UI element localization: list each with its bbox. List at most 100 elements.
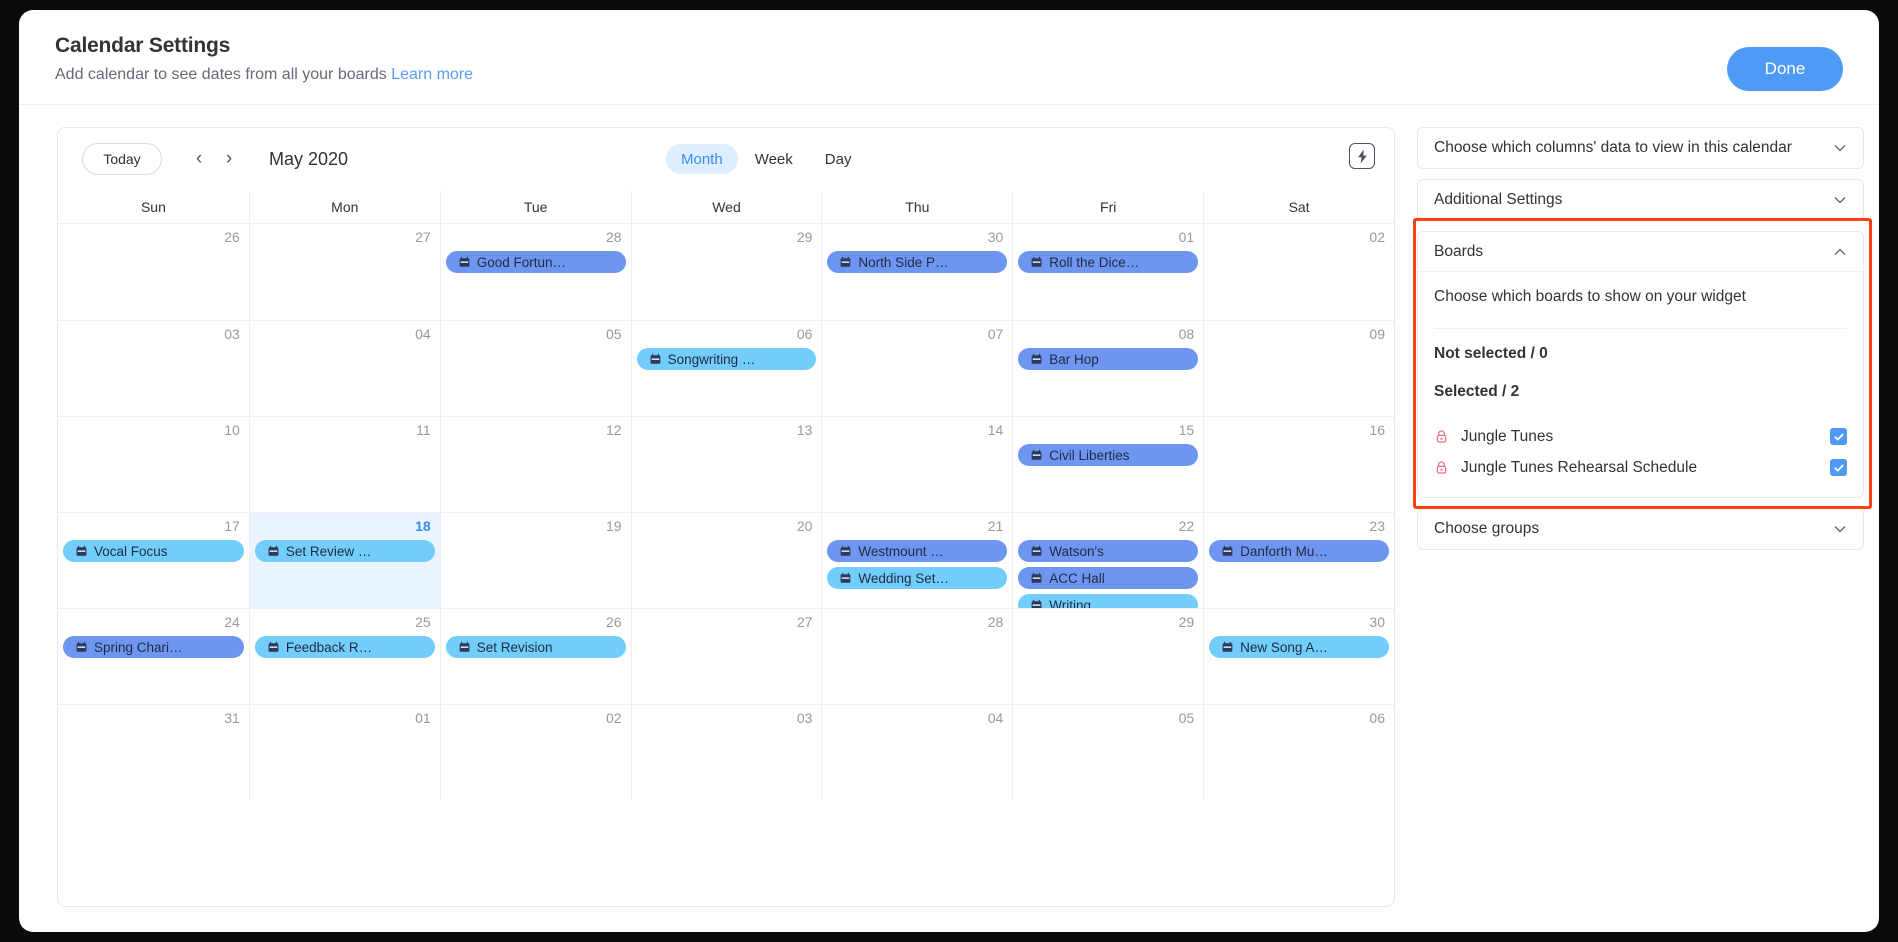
lightning-bolt-icon[interactable] [1349,143,1375,169]
day-cell[interactable]: 23 Danforth Mu… [1203,512,1394,608]
accordion-boards-label: Boards [1434,242,1484,260]
chevron-left-icon[interactable]: ‹ [186,144,212,174]
calendar-event-pill[interactable]: Set Revision [445,636,626,658]
day-cell[interactable]: 03 [630,704,822,800]
view-tab-day[interactable]: Day [810,144,867,174]
view-tab-week[interactable]: Week [740,144,808,174]
accordion-choose-groups[interactable]: Choose groups [1417,508,1864,550]
day-cell[interactable]: 15 Civil Liberties [1012,416,1204,512]
calendar-event-pill[interactable]: Roll the Dice… [1018,251,1199,273]
day-cell[interactable]: 02 [439,704,631,800]
board-icon [1031,353,1042,364]
calendar-event-pill[interactable]: Bar Hop [1018,348,1199,370]
day-cell[interactable]: 11 [248,416,440,512]
calendar-event-pill[interactable]: North Side P… [827,251,1008,273]
today-button[interactable]: Today [82,143,162,175]
calendar-event-pill[interactable]: Spring Chari… [63,636,244,658]
settings-panel: Choose which columns' data to view in th… [1413,127,1872,907]
day-cell[interactable]: 22 Watson's ACC Hall Writing [1012,512,1204,608]
day-cell[interactable]: 30 New Song A… [1203,608,1394,704]
day-cell[interactable]: 02 [1203,224,1394,320]
board-icon [841,256,851,267]
day-cell[interactable]: 24 Spring Chari… [58,608,249,704]
day-cell[interactable]: 17 Vocal Focus [58,512,249,608]
day-cell[interactable]: 05 [439,320,631,416]
calendar-event-pill[interactable]: Songwriting … [636,348,817,370]
day-cell[interactable]: 26 Set Revision [439,608,631,704]
day-number: 28 [605,229,622,245]
board-checkbox[interactable] [1830,459,1847,476]
day-cell[interactable]: 21 Westmount … Wedding Set… [821,512,1013,608]
day-cell[interactable]: 13 [630,416,822,512]
done-button[interactable]: Done [1727,47,1843,91]
calendar-event-pill[interactable]: New Song A… [1209,636,1389,658]
view-switcher: Month Week Day [666,144,866,174]
day-cell[interactable]: 10 [58,416,249,512]
day-cell[interactable]: 08 Bar Hop [1012,320,1204,416]
day-cell[interactable]: 27 [248,224,440,320]
day-cell[interactable]: 16 [1203,416,1394,512]
day-number: 03 [796,710,813,726]
calendar-event-pill[interactable]: Good Fortun… [445,251,626,273]
day-cell[interactable]: 30 North Side P… [821,224,1012,320]
calendar-event-pill[interactable]: Vocal Focus [63,540,244,562]
calendar-event-pill[interactable]: Civil Liberties [1018,444,1199,466]
day-cell[interactable]: 18 Set Review … [248,512,440,608]
accordion-additional-settings-header[interactable]: Additional Settings [1418,180,1863,220]
accordion-additional-settings[interactable]: Additional Settings [1417,179,1864,221]
board-icon [268,545,279,556]
day-cell[interactable]: 25 Feedback R… [248,608,440,704]
day-cell[interactable]: 19 [439,512,631,608]
calendar-event-pill[interactable]: Westmount … [827,540,1008,562]
day-cell[interactable]: 04 [248,320,440,416]
day-cell[interactable]: 06 Songwriting … [630,320,822,416]
day-cell[interactable]: 28 Good Fortun… [439,224,631,320]
day-cell[interactable]: 06 [1203,704,1394,800]
day-cell[interactable]: 04 [821,704,1013,800]
day-cell[interactable]: 01 Roll the Dice… [1012,224,1203,320]
chevron-right-icon[interactable]: › [216,144,242,174]
day-cell[interactable]: 14 [821,416,1013,512]
day-cell[interactable]: 09 [1203,320,1394,416]
calendar-event-label: Roll the Dice… [1049,254,1140,270]
calendar-event-pill[interactable]: Set Review … [254,540,435,562]
day-cell[interactable]: 05 [1012,704,1204,800]
day-cell[interactable]: 27 [630,608,822,704]
day-cell[interactable]: 26 [58,224,249,320]
check-icon [1833,464,1844,471]
day-cell[interactable]: 28 [821,608,1013,704]
day-number: 21 [987,518,1004,534]
accordion-boards[interactable]: Boards Choose which boards to show on yo… [1417,231,1864,498]
accordion-boards-header[interactable]: Boards [1418,232,1863,272]
board-list-item[interactable]: Jungle Tunes Rehearsal Schedule [1434,452,1847,483]
day-cell[interactable]: 20 [630,512,822,608]
calendar-event-pill[interactable]: Wedding Set… [827,567,1008,589]
day-cell[interactable]: 03 [58,320,249,416]
learn-more-link[interactable]: Learn more [391,66,473,83]
day-cell[interactable]: 29 [630,224,822,320]
board-icon [650,353,660,364]
calendar-widget: Today ‹ › May 2020 Month Week Day Sun Mon Tu… [57,127,1395,907]
view-tab-month[interactable]: Month [666,144,738,174]
board-checkbox[interactable] [1830,428,1847,445]
day-cell[interactable]: 07 [821,320,1013,416]
accordion-choose-columns[interactable]: Choose which columns' data to view in th… [1417,127,1864,169]
calendar-event-pill[interactable]: Feedback R… [254,636,435,658]
day-cell[interactable]: 29 [1012,608,1204,704]
day-cell[interactable]: 31 [58,704,249,800]
day-number: 12 [605,422,622,438]
accordion-choose-columns-header[interactable]: Choose which columns' data to view in th… [1418,128,1863,168]
accordion-choose-groups-header[interactable]: Choose groups [1418,509,1863,549]
calendar-event-pill[interactable]: Danforth Mu… [1209,540,1389,562]
calendar-event-pill[interactable]: Writing [1018,594,1199,608]
board-list-item[interactable]: Jungle Tunes [1434,421,1847,452]
day-number: 23 [1369,518,1385,534]
calendar-event-pill[interactable]: Watson's [1018,540,1199,562]
day-number: 14 [987,422,1004,438]
dialog-body: Today ‹ › May 2020 Month Week Day Sun Mon Tu… [19,105,1879,907]
page-title: Calendar Settings [55,34,231,57]
calendar-event-pill[interactable]: ACC Hall [1018,567,1199,589]
weekday-header-wed: Wed [630,190,822,223]
day-cell[interactable]: 01 [248,704,440,800]
day-cell[interactable]: 12 [439,416,631,512]
